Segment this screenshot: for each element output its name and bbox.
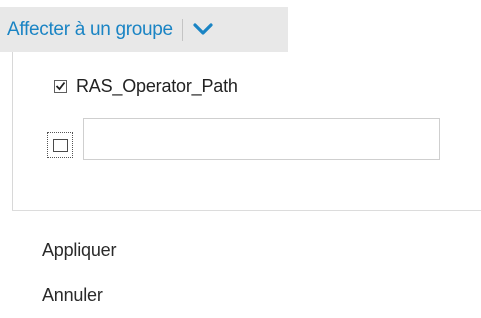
cancel-menu-item[interactable]: Annuler <box>42 285 103 306</box>
new-group-row <box>47 116 440 160</box>
new-group-checkbox[interactable] <box>52 138 68 152</box>
checkmark-icon <box>55 81 66 91</box>
new-group-name-input[interactable] <box>83 118 440 160</box>
dropdown-toggle-button[interactable] <box>183 7 223 52</box>
assign-group-widget: Affecter à un groupe RAS_Operator_Path A… <box>0 0 481 318</box>
dropdown-panel: RAS_Operator_Path Appliquer Annuler <box>0 52 481 318</box>
new-group-checkbox-focus[interactable] <box>47 132 73 158</box>
menu-separator <box>12 210 481 211</box>
group-checkbox[interactable] <box>54 79 67 93</box>
assign-group-split-button: Affecter à un groupe <box>0 7 288 52</box>
group-item[interactable]: RAS_Operator_Path <box>54 75 238 97</box>
panel-edge <box>12 52 13 210</box>
group-label: RAS_Operator_Path <box>76 75 238 96</box>
assign-group-button[interactable]: Affecter à un groupe <box>0 7 173 52</box>
apply-menu-item[interactable]: Appliquer <box>42 240 116 261</box>
chevron-down-icon <box>193 23 213 35</box>
